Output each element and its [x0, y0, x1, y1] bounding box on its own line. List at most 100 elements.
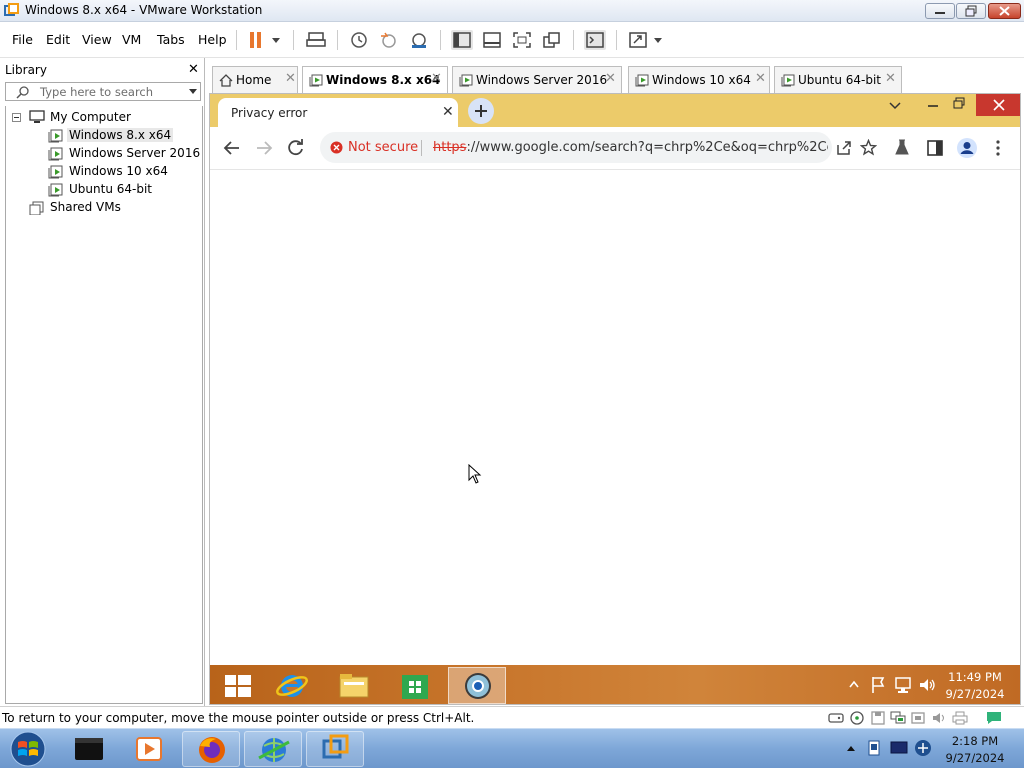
browser-close-button[interactable] — [976, 94, 1020, 116]
internet-explorer-icon[interactable] — [262, 667, 320, 704]
browser-page-content[interactable] — [210, 171, 1020, 665]
printer-icon[interactable] — [952, 711, 968, 725]
floppy-icon[interactable] — [870, 711, 886, 725]
snapshot-manager-icon[interactable] — [408, 30, 430, 50]
tree-node-vm[interactable]: Windows 10 x64 — [6, 163, 196, 180]
host-network-globe-icon[interactable] — [244, 731, 302, 767]
network-icon[interactable] — [894, 676, 912, 694]
console-view-icon[interactable] — [584, 30, 606, 50]
host-vmware-icon[interactable] — [306, 731, 364, 767]
action-center-flag-icon[interactable] — [870, 676, 886, 694]
tab-vm[interactable]: Windows Server 2016 ✕ — [452, 66, 622, 93]
menu-file[interactable]: File — [12, 32, 33, 47]
tab-vm-active[interactable]: Windows 8.x x64 ✕ — [302, 66, 448, 94]
browser-tab[interactable]: Privacy error ✕ — [218, 98, 458, 128]
host-media-player-icon[interactable] — [120, 731, 178, 767]
host-start-button[interactable] — [2, 731, 54, 767]
restore-button[interactable] — [956, 3, 986, 19]
menu-vm[interactable]: VM — [122, 32, 141, 47]
tab-home[interactable]: Home ✕ — [212, 66, 298, 93]
close-button[interactable] — [988, 3, 1021, 19]
network-adapter-icon[interactable] — [890, 711, 906, 725]
tab-close-icon[interactable]: ✕ — [285, 71, 296, 86]
menu-view[interactable]: View — [82, 32, 112, 47]
windows-store-icon[interactable] — [386, 667, 444, 704]
message-log-icon[interactable] — [986, 711, 1002, 725]
stretch-guest-icon[interactable] — [627, 30, 649, 50]
tab-close-icon[interactable]: ✕ — [605, 71, 616, 86]
show-hidden-icons-icon[interactable] — [848, 679, 860, 689]
browser-minimize-icon[interactable] — [926, 98, 940, 112]
profile-avatar-icon[interactable] — [956, 137, 978, 159]
hard-disk-icon[interactable] — [828, 711, 844, 725]
file-explorer-icon[interactable] — [324, 667, 382, 704]
search-dropdown-icon[interactable] — [188, 88, 198, 96]
tree-node-my-computer[interactable]: My Computer — [6, 109, 196, 126]
tree-node-vm[interactable]: Windows 8.x x64 — [6, 127, 196, 144]
cd-dvd-icon[interactable] — [849, 711, 865, 725]
back-arrow-icon[interactable] — [222, 139, 242, 157]
tab-search-chevron-icon[interactable] — [888, 100, 902, 112]
tab-vm[interactable]: Windows 10 x64 ✕ — [628, 66, 770, 93]
extension-flask-icon[interactable] — [894, 139, 910, 157]
tab-close-icon[interactable]: ✕ — [431, 71, 442, 86]
url-text[interactable]: https://www.google.com/search?q=chrp%2Ce… — [433, 140, 828, 155]
address-bar[interactable]: Not secure https://www.google.com/search… — [320, 132, 877, 163]
guest-start-button[interactable] — [210, 667, 268, 704]
revert-snapshot-icon[interactable] — [378, 30, 400, 50]
host-clock[interactable]: 2:18 PM 9/27/2024 — [940, 733, 1010, 767]
forward-arrow-icon[interactable] — [254, 139, 274, 157]
library-close-icon[interactable]: ✕ — [188, 62, 199, 77]
window-title-bar[interactable]: Windows 8.x x64 - VMware Workstation — [0, 0, 1024, 22]
host-tray-app-icon[interactable] — [866, 740, 882, 756]
tree-label: Windows 8.x x64 — [67, 128, 174, 142]
vm-icon — [459, 74, 473, 87]
collapse-icon[interactable] — [12, 113, 22, 123]
full-screen-icon[interactable] — [511, 30, 533, 50]
tab-close-icon[interactable]: ✕ — [885, 71, 896, 86]
tree-node-vm[interactable]: Ubuntu 64-bit — [6, 181, 196, 198]
reload-icon[interactable] — [286, 138, 306, 158]
tab-vm[interactable]: Ubuntu 64-bit ✕ — [774, 66, 902, 93]
minimize-button[interactable] — [925, 3, 955, 19]
tree-node-shared-vms[interactable]: Shared VMs — [6, 199, 196, 216]
show-thumbnail-bar-icon[interactable] — [481, 30, 503, 50]
side-panel-icon[interactable] — [926, 139, 944, 157]
browser-tab-close-icon[interactable]: ✕ — [442, 104, 454, 120]
not-secure-label[interactable]: Not secure — [348, 140, 418, 155]
host-firefox-icon[interactable] — [182, 731, 240, 767]
chrome-taskbar-icon[interactable] — [448, 667, 506, 704]
tab-label: Home — [236, 73, 272, 87]
menu-tabs[interactable]: Tabs — [157, 32, 185, 47]
unity-icon[interactable] — [541, 30, 563, 50]
host-terminal-icon[interactable] — [60, 731, 118, 767]
usb-icon[interactable] — [910, 711, 926, 725]
show-library-icon[interactable] — [451, 30, 473, 50]
guest-date: 9/27/2024 — [945, 687, 1005, 701]
menu-edit[interactable]: Edit — [46, 32, 70, 47]
tab-close-icon[interactable]: ✕ — [755, 71, 766, 86]
send-ctrl-alt-del-icon[interactable] — [305, 30, 327, 50]
library-search-input[interactable]: Type here to search — [5, 82, 201, 101]
host-show-hidden-icons-icon[interactable] — [846, 744, 856, 752]
browser-restore-icon[interactable] — [952, 96, 966, 110]
toolbar-separator — [440, 30, 441, 50]
menu-help[interactable]: Help — [198, 32, 227, 47]
bookmark-star-icon[interactable] — [860, 139, 877, 156]
snapshot-icon[interactable] — [348, 30, 370, 50]
tree-node-vm[interactable]: Windows Server 2016 — [6, 145, 200, 162]
more-menu-icon[interactable] — [994, 139, 1002, 157]
new-tab-button[interactable] — [468, 98, 494, 124]
pause-icon[interactable] — [246, 30, 268, 50]
host-network-icon[interactable] — [914, 739, 932, 757]
share-icon[interactable] — [835, 139, 852, 156]
sound-card-icon[interactable] — [931, 711, 947, 725]
guest-time: 11:49 PM — [948, 670, 1002, 684]
guest-screen[interactable]: Privacy error ✕ Not secure https://www.g… — [209, 93, 1021, 705]
stretch-dropdown-icon[interactable] — [651, 30, 665, 50]
guest-clock[interactable]: 11:49 PM 9/27/2024 — [940, 669, 1010, 703]
not-secure-icon[interactable] — [330, 141, 343, 154]
power-dropdown-icon[interactable] — [269, 30, 283, 50]
host-display-icon[interactable] — [890, 740, 908, 756]
volume-icon[interactable] — [918, 676, 936, 694]
